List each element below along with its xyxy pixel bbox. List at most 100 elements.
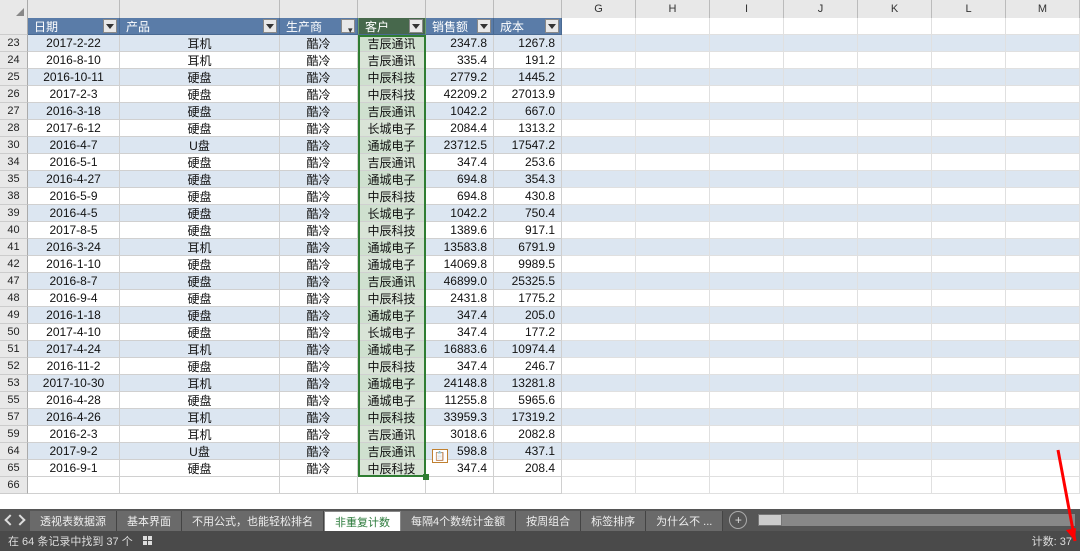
row-number[interactable]: 23 (0, 35, 28, 52)
cell-maker[interactable]: 酷冷 (280, 256, 358, 273)
cell-customer[interactable]: 长城电子 (358, 324, 426, 341)
empty-cell[interactable] (636, 137, 710, 154)
empty-cell[interactable] (636, 69, 710, 86)
empty-cell[interactable] (1006, 375, 1080, 392)
record-macro-icon[interactable] (143, 536, 155, 546)
empty-cell[interactable] (858, 273, 932, 290)
empty-cell[interactable] (932, 120, 1006, 137)
cell-cost[interactable]: 1313.2 (494, 120, 562, 137)
empty-cell[interactable] (1006, 256, 1080, 273)
cell-sales[interactable]: 1389.6 (426, 222, 494, 239)
cell-customer[interactable]: 通城电子 (358, 375, 426, 392)
filter-dropdown-icon[interactable] (263, 19, 277, 33)
empty-cell[interactable] (932, 35, 1006, 52)
cell-customer[interactable]: 长城电子 (358, 205, 426, 222)
empty-cell[interactable] (858, 426, 932, 443)
empty-cell[interactable] (858, 290, 932, 307)
empty-cell[interactable] (932, 443, 1006, 460)
empty-cell[interactable] (636, 392, 710, 409)
empty-cell[interactable] (636, 324, 710, 341)
cell-cost[interactable]: 253.6 (494, 154, 562, 171)
cell-customer[interactable]: 通城电子 (358, 341, 426, 358)
col-letter[interactable] (426, 0, 494, 18)
empty-cell[interactable] (636, 120, 710, 137)
empty-cell[interactable] (932, 205, 1006, 222)
cell-cost[interactable]: 917.1 (494, 222, 562, 239)
empty-cell[interactable] (858, 443, 932, 460)
cell-customer[interactable]: 通城电子 (358, 256, 426, 273)
cell-maker[interactable]: 酷冷 (280, 375, 358, 392)
empty-cell[interactable] (1006, 324, 1080, 341)
empty-cell[interactable] (562, 341, 636, 358)
empty-cell[interactable] (858, 120, 932, 137)
empty-cell[interactable] (858, 137, 932, 154)
empty-cell[interactable] (932, 52, 1006, 69)
row-number[interactable]: 64 (0, 443, 28, 460)
cell-customer[interactable]: 通城电子 (358, 171, 426, 188)
cell-customer[interactable]: 通城电子 (358, 392, 426, 409)
empty-cell[interactable] (562, 409, 636, 426)
cell-customer[interactable]: 通城电子 (358, 137, 426, 154)
cell-date[interactable]: 2016-4-27 (28, 171, 120, 188)
empty-cell[interactable] (1006, 205, 1080, 222)
col-letter-G[interactable]: G (562, 0, 636, 18)
empty-cell[interactable] (636, 35, 710, 52)
cell-date[interactable]: 2016-5-1 (28, 154, 120, 171)
empty-cell[interactable] (784, 426, 858, 443)
cell-sales[interactable]: 3018.6 (426, 426, 494, 443)
empty-cell[interactable] (784, 103, 858, 120)
cell-product[interactable]: 硬盘 (120, 103, 280, 120)
empty-cell[interactable] (932, 409, 1006, 426)
cell-cost[interactable]: 208.4 (494, 460, 562, 477)
empty-cell[interactable] (858, 307, 932, 324)
cell-sales[interactable]: 347.4 (426, 307, 494, 324)
empty-cell[interactable] (636, 443, 710, 460)
horizontal-scrollbar[interactable] (757, 513, 1076, 527)
empty-cell[interactable] (636, 103, 710, 120)
cell-maker[interactable]: 酷冷 (280, 154, 358, 171)
empty-cell[interactable] (1006, 18, 1080, 35)
cell-customer[interactable]: 吉辰通讯 (358, 443, 426, 460)
empty-cell[interactable] (932, 392, 1006, 409)
cell-sales[interactable]: 347.4 (426, 154, 494, 171)
cell-date[interactable]: 2017-2-3 (28, 86, 120, 103)
cell-cost[interactable]: 1445.2 (494, 69, 562, 86)
empty-cell[interactable] (932, 290, 1006, 307)
empty-cell[interactable] (1006, 35, 1080, 52)
empty-cell[interactable] (562, 290, 636, 307)
row-number[interactable]: 34 (0, 154, 28, 171)
cell-cost[interactable]: 6791.9 (494, 239, 562, 256)
row-number[interactable]: 35 (0, 171, 28, 188)
cell-cost[interactable]: 437.1 (494, 443, 562, 460)
empty-cell[interactable] (932, 103, 1006, 120)
empty-cell[interactable] (636, 256, 710, 273)
cell[interactable] (120, 477, 280, 494)
cell-cost[interactable]: 1775.2 (494, 290, 562, 307)
empty-cell[interactable] (858, 52, 932, 69)
cell-cost[interactable]: 354.3 (494, 171, 562, 188)
empty-cell[interactable] (710, 460, 784, 477)
row-number[interactable]: 26 (0, 86, 28, 103)
cell-sales[interactable]: 694.8 (426, 171, 494, 188)
cell-date[interactable]: 2016-8-7 (28, 273, 120, 290)
empty-cell[interactable] (784, 443, 858, 460)
empty-cell[interactable] (636, 477, 710, 494)
cell-cost[interactable]: 5965.6 (494, 392, 562, 409)
empty-cell[interactable] (932, 477, 1006, 494)
cell-customer[interactable]: 中辰科技 (358, 409, 426, 426)
empty-cell[interactable] (858, 324, 932, 341)
empty-cell[interactable] (858, 154, 932, 171)
empty-cell[interactable] (710, 205, 784, 222)
cell-product[interactable]: 硬盘 (120, 324, 280, 341)
empty-cell[interactable] (858, 103, 932, 120)
cell-customer[interactable]: 中辰科技 (358, 69, 426, 86)
empty-cell[interactable] (710, 171, 784, 188)
cell-sales[interactable]: 694.8 (426, 188, 494, 205)
cell-product[interactable]: 耳机 (120, 426, 280, 443)
empty-cell[interactable] (710, 375, 784, 392)
cell-cost[interactable]: 10974.4 (494, 341, 562, 358)
cell-maker[interactable]: 酷冷 (280, 392, 358, 409)
empty-cell[interactable] (932, 273, 1006, 290)
cell-cost[interactable]: 17319.2 (494, 409, 562, 426)
empty-cell[interactable] (562, 443, 636, 460)
